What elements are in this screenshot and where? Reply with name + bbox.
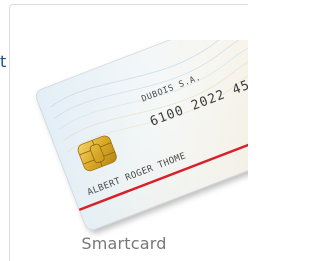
card-body [35,40,248,231]
page: t DUBOIS S.A. 6100 2022 4591 ALBERT ROGE… [0,0,248,261]
smartcard-image: DUBOIS S.A. 6100 2022 4591 ALBERT ROGER … [35,40,248,231]
previous-tile-label-fragment[interactable]: t [0,52,6,71]
smartcard-label: Smartcard [81,234,167,253]
